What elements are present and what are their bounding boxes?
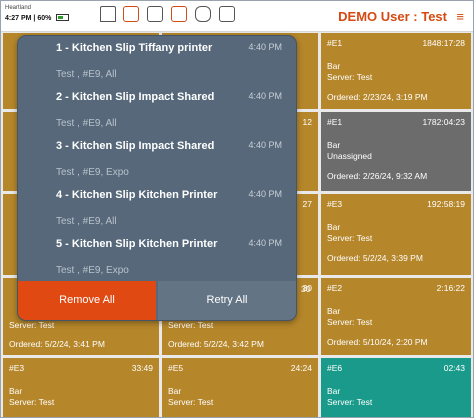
ticket-type: Bar xyxy=(168,386,182,396)
ticket-number: #E1 xyxy=(327,38,343,48)
slip-title: 5 - Kitchen Slip Kitchen Printer xyxy=(56,238,218,250)
slip-time: 4:40 PM xyxy=(248,140,282,150)
ticket-card[interactable]: #E3 33:49 Bar Server: Test xyxy=(3,358,159,417)
ticket-number: #E2 xyxy=(327,283,343,293)
sitemap-icon[interactable] xyxy=(123,6,139,22)
ticket-server: Server: Test xyxy=(9,320,55,330)
ticket-card[interactable]: #E1 1848:17:28 Bar Server: Test Ordered: … xyxy=(321,33,471,109)
ticket-type: Bar xyxy=(327,386,341,396)
slip-details: Test , #E9, All xyxy=(56,69,117,80)
slip-item[interactable]: 4 - Kitchen Slip Kitchen Printer Test , … xyxy=(18,183,296,231)
hamburger-menu-icon[interactable]: ≡ xyxy=(456,9,464,24)
ticket-timer: 30 xyxy=(301,284,311,294)
ticket-server: Server: Test xyxy=(168,320,214,330)
ticket-card[interactable]: #E2 2:16:22 Bar Server: Test Ordered: 5/1… xyxy=(321,278,471,355)
status-bar: Heartland 4:27 PM | 60% xyxy=(5,4,70,23)
slip-details: Test , #E9, All xyxy=(56,118,117,129)
chat-icon[interactable] xyxy=(195,6,211,22)
top-bar: Heartland 4:27 PM | 60% DEMO User : Test… xyxy=(1,1,473,32)
ticket-timer: 24:24 xyxy=(290,363,312,373)
ticket-server: Server: Test xyxy=(327,233,373,243)
ticket-type: Bar xyxy=(327,140,341,150)
ticket-timer: 12 xyxy=(302,117,312,127)
terminal-icon[interactable] xyxy=(219,6,235,22)
ticket-timer: 1782:04:23 xyxy=(422,117,465,127)
slip-details: Test , #E9, Expo xyxy=(56,265,129,276)
home-icon[interactable] xyxy=(100,6,116,22)
ticket-number: #E6 xyxy=(327,363,343,373)
ticket-type: Bar xyxy=(327,61,341,71)
ticket-ordered: Ordered: 5/2/24, 3:42 PM xyxy=(168,339,264,349)
folder-icon[interactable] xyxy=(147,6,163,22)
slip-item[interactable]: 2 - Kitchen Slip Impact Shared Test , #E… xyxy=(18,85,296,133)
battery-percent: 60% xyxy=(37,15,52,22)
ticket-type: Bar xyxy=(327,222,341,232)
carrier-label: Heartland xyxy=(5,5,32,11)
popup-actions: Remove All Retry All xyxy=(18,281,296,320)
slip-item[interactable]: 5 - Kitchen Slip Kitchen Printer Test , … xyxy=(18,232,296,280)
ticket-timer: 1848:17:28 xyxy=(422,38,465,48)
ticket-ordered: Ordered: 2/23/24, 3:19 PM xyxy=(327,92,428,102)
ticket-ordered: Ordered: 5/10/24, 2:20 PM xyxy=(327,337,428,347)
slip-details: Test , #E9, Expo xyxy=(56,167,129,178)
ticket-number: #E3 xyxy=(327,199,343,209)
ticket-card[interactable]: #E3 192:58:19 Bar Server: Test Ordered: 5… xyxy=(321,194,471,275)
ticket-ordered: Ordered: 5/2/24, 3:39 PM xyxy=(327,253,423,263)
ticket-server: Server: Test xyxy=(9,397,55,407)
slip-title: 2 - Kitchen Slip Impact Shared xyxy=(56,91,215,103)
ticket-timer: 192:58:19 xyxy=(427,199,465,209)
ticket-type: Bar xyxy=(9,386,23,396)
ticket-server: Server: Test xyxy=(168,397,214,407)
slip-time: 4:40 PM xyxy=(248,189,282,199)
split-icon[interactable] xyxy=(171,6,187,22)
ticket-number: #E5 xyxy=(168,363,184,373)
ticket-number: #E1 xyxy=(327,117,343,127)
ticket-ordered: Ordered: 5/2/24, 3:41 PM xyxy=(9,339,105,349)
slip-list[interactable]: 1 - Kitchen Slip Tiffany printer Test , … xyxy=(18,36,296,280)
retry-all-button[interactable]: Retry All xyxy=(158,281,296,320)
user-title: DEMO User : Test xyxy=(338,9,447,24)
slip-details: Test , #E9, All xyxy=(56,216,117,227)
ticket-card[interactable]: #E5 24:24 Bar Server: Test xyxy=(162,358,318,417)
slip-item[interactable]: 1 - Kitchen Slip Tiffany printer Test , … xyxy=(18,36,296,84)
slip-item[interactable]: 3 - Kitchen Slip Impact Shared Test , #E… xyxy=(18,134,296,182)
slip-title: 3 - Kitchen Slip Impact Shared xyxy=(56,140,215,152)
ticket-server: Server: Test xyxy=(327,317,373,327)
battery-icon xyxy=(56,14,70,21)
slip-time: 4:40 PM xyxy=(248,238,282,248)
ticket-server: Unassigned xyxy=(327,151,372,161)
ticket-card[interactable]: #E6 02:43 Bar Server: Test xyxy=(321,358,471,417)
ticket-timer: 27 xyxy=(302,199,312,209)
ticket-timer: 33:49 xyxy=(131,363,153,373)
slip-time: 4:40 PM xyxy=(248,91,282,101)
ticket-number: #E3 xyxy=(9,363,25,373)
ticket-card[interactable]: #E1 1782:04:23 Bar Unassigned Ordered: 2/… xyxy=(321,112,471,191)
clock-time: 4:27 PM xyxy=(5,15,32,22)
slip-title: 1 - Kitchen Slip Tiffany printer xyxy=(56,42,213,54)
ticket-server: Server: Test xyxy=(327,397,373,407)
slip-title: 4 - Kitchen Slip Kitchen Printer xyxy=(56,189,218,201)
ticket-server: Server: Test xyxy=(327,72,373,82)
ticket-timer: 02:43 xyxy=(443,363,465,373)
remove-all-button[interactable]: Remove All xyxy=(18,281,156,320)
slip-time: 4:40 PM xyxy=(248,42,282,52)
kds-screen: Heartland 4:27 PM | 60% DEMO User : Test… xyxy=(0,0,474,418)
ticket-ordered: Ordered: 2/26/24, 9:32 AM xyxy=(327,171,428,181)
ticket-type: Bar xyxy=(327,306,341,316)
kitchen-slip-popup: 1 - Kitchen Slip Tiffany printer Test , … xyxy=(17,35,297,321)
ticket-timer: 2:16:22 xyxy=(436,283,465,293)
